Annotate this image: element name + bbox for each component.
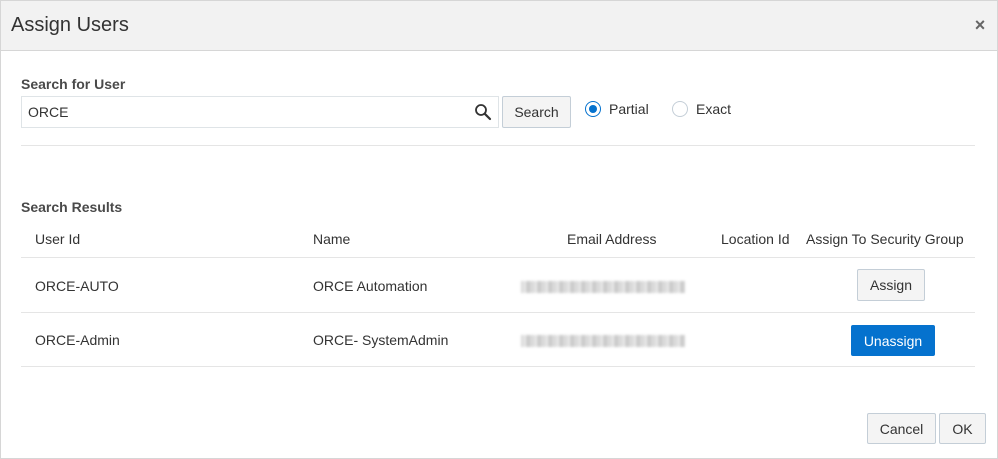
table-cell-user-id: ORCE-AUTO <box>35 278 119 294</box>
close-icon[interactable]: × <box>971 16 989 34</box>
radio-exact[interactable]: Exact <box>672 101 731 117</box>
radio-partial-label: Partial <box>609 101 649 117</box>
results-section-label: Search Results <box>21 199 123 215</box>
search-icon[interactable] <box>474 103 492 121</box>
radio-partial-indicator[interactable] <box>585 101 601 117</box>
redacted-email <box>521 281 685 293</box>
assign-button[interactable]: Assign <box>857 269 925 301</box>
radio-partial[interactable]: Partial <box>585 101 649 117</box>
column-header-assign-group: Assign To Security Group <box>806 231 964 247</box>
cancel-button[interactable]: Cancel <box>867 413 936 444</box>
assign-users-dialog: Assign Users × Search for User Search Pa… <box>0 0 998 459</box>
search-input[interactable] <box>22 97 462 127</box>
column-header-user-id: User Id <box>35 231 81 247</box>
dialog-title: Assign Users <box>11 14 129 36</box>
table-header-divider <box>21 257 975 258</box>
table-row-divider <box>21 312 975 313</box>
section-divider <box>21 145 975 146</box>
column-header-location-id: Location Id <box>721 231 790 247</box>
ok-button[interactable]: OK <box>939 413 986 444</box>
search-section-label: Search for User <box>21 76 126 92</box>
table-bottom-divider <box>21 366 975 367</box>
search-field <box>21 96 499 128</box>
radio-exact-indicator[interactable] <box>672 101 688 117</box>
column-header-email: Email Address <box>567 231 657 247</box>
search-button[interactable]: Search <box>502 96 571 128</box>
redacted-email <box>521 335 685 347</box>
table-cell-name: ORCE Automation <box>313 278 428 294</box>
table-cell-name: ORCE- SystemAdmin <box>313 332 449 348</box>
column-header-name: Name <box>313 231 351 247</box>
radio-exact-label: Exact <box>696 101 732 117</box>
unassign-button[interactable]: Unassign <box>851 325 935 356</box>
table-cell-user-id: ORCE-Admin <box>35 332 120 348</box>
dialog-header: Assign Users × <box>1 1 997 51</box>
